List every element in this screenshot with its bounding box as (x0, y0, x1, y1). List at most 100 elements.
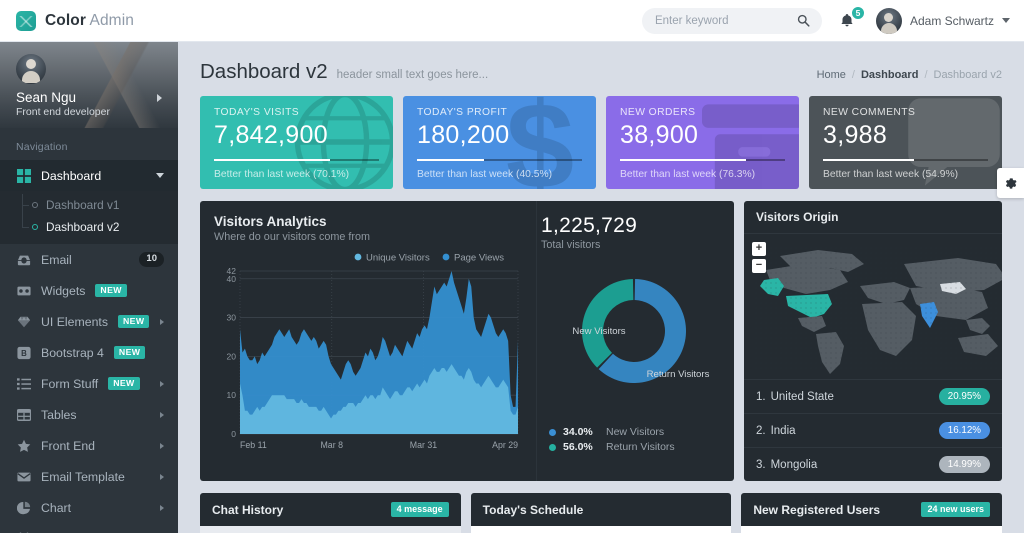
sidebar-item-front-end[interactable]: Front End (0, 430, 178, 461)
sidebar-item-chart[interactable]: Chart (0, 492, 178, 523)
svg-text:B: B (21, 349, 27, 358)
total-visitors-value: 1,225,729 (541, 214, 638, 237)
map-zoom-in-button[interactable]: + (752, 242, 766, 256)
gear-icon (1005, 177, 1017, 189)
sidebar-item-tables[interactable]: Tables (0, 399, 178, 430)
user-menu[interactable]: Adam Schwartz (875, 7, 1010, 34)
sidebar-item-widgets[interactable]: Widgets NEW (0, 275, 178, 306)
search-input[interactable] (654, 14, 795, 27)
envelope-icon (16, 469, 31, 484)
breadcrumb-item-dashboard[interactable]: Dashboard (861, 69, 918, 81)
stat-footer-text: Better than last week (70.1%) (214, 169, 350, 180)
stat-value: 7,842,900 (214, 121, 328, 149)
sidebar-profile[interactable]: Sean Ngu Front end developer (0, 42, 178, 128)
visitors-origin-panel: Visitors Origin + − 1. United State 20.95%… (744, 201, 1002, 481)
chevron-down-icon (1002, 18, 1010, 23)
brand-light: Admin (85, 11, 134, 29)
legend-label: Return Visitors (606, 441, 675, 453)
sidebar-nav-list: Dashboard Dashboard v1 Dashboard v2 Email 10… (0, 160, 178, 533)
nav-section-header: Navigation (16, 141, 68, 153)
settings-fab-button[interactable] (997, 168, 1024, 198)
breadcrumb-item-home[interactable]: Home (817, 69, 846, 81)
origin-country: India (770, 424, 796, 437)
chevron-right-icon (160, 380, 164, 387)
diamond-icon (16, 314, 31, 329)
stat-value: 3,988 (823, 121, 888, 149)
world-map-svg (755, 247, 1002, 374)
origin-item[interactable]: 1. United State 20.95% (744, 379, 1002, 413)
search-icon[interactable] (797, 14, 810, 27)
stat-card-today-s-profit[interactable]: $ TODAY'S PROFIT 180,200 Better than last w… (403, 96, 596, 189)
header-actions: 5 Adam Schwartz (641, 0, 1024, 42)
sidebar-item-bootstrap-4[interactable]: B Bootstrap 4 NEW (0, 337, 178, 368)
sidebar-item-email[interactable]: Email 10 (0, 244, 178, 275)
sidebar-item-label: Email Template (41, 469, 125, 484)
stat-progress-bar (417, 159, 582, 161)
widgets-icon (16, 283, 31, 298)
sidebar-item-new-tag: NEW (108, 376, 140, 391)
origin-percent-badge: 20.95% (938, 388, 990, 405)
main-content: Dashboard v2 header small text goes here… (178, 42, 1024, 533)
panel-title: Chat History (212, 502, 284, 517)
svg-text:Unique Visitors: Unique Visitors (366, 253, 430, 264)
search-box[interactable] (641, 7, 822, 34)
origin-country: Mongolia (770, 458, 818, 471)
stat-label: NEW COMMENTS (823, 107, 916, 118)
analytics-row: Visitors Analytics Where do our visitors… (178, 189, 1024, 481)
stat-footer-text: Better than last week (40.5%) (417, 169, 553, 180)
stat-card-new-orders[interactable]: NEW ORDERS 38,900 Better than last week (7… (606, 96, 799, 189)
chevron-right-icon (160, 442, 164, 449)
chevron-down-icon (156, 173, 164, 178)
sidebar-item-new-tag: NEW (95, 283, 127, 298)
sidebar-item-label: Widgets (41, 283, 86, 298)
stat-card-today-s-visits[interactable]: TODAY'S VISITS 7,842,900 Better than last … (200, 96, 393, 189)
notifications-button[interactable]: 5 (838, 5, 865, 33)
profile-name-row: Sean Ngu (16, 90, 162, 105)
stat-progress-bar (823, 159, 988, 161)
map-zoom-controls: + − (752, 242, 766, 276)
origin-rank: 1. (756, 390, 766, 403)
donut-legend-item: 56.0% Return Visitors (549, 441, 727, 453)
sidebar-item-badge: 10 (139, 252, 164, 267)
donut-legend: 34.0% New Visitors 56.0% Return Visitors (541, 426, 727, 453)
panel-badge: 24 new users (921, 502, 991, 517)
sidebar-item-ui-elements[interactable]: UI Elements NEW (0, 306, 178, 337)
sidebar-subitem-dashboard-v2[interactable]: Dashboard v2 (0, 216, 178, 238)
origin-rank: 2. (756, 424, 766, 437)
panel-title: New Registered Users (753, 502, 881, 517)
svg-text:Return Visitors: Return Visitors (647, 369, 710, 380)
visitors-donut-chart: New Visitors Return Visitors (572, 279, 710, 383)
stat-card-new-comments[interactable]: NEW COMMENTS 3,988 Better than last week (… (809, 96, 1002, 189)
inbox-icon (16, 252, 31, 267)
brand-bold: Color (45, 11, 86, 29)
world-map[interactable]: + − (744, 234, 1002, 379)
sidebar-item-form-stuff[interactable]: Form Stuff NEW (0, 368, 178, 399)
donut-legend-item: 34.0% New Visitors (549, 426, 727, 438)
legend-color-dot (549, 443, 556, 451)
panel-header: Chat History 4 message (200, 493, 461, 526)
sidebar-subitem-dashboard-v1[interactable]: Dashboard v1 (0, 194, 178, 216)
sidebar-item-email-template[interactable]: Email Template (0, 461, 178, 492)
origin-item[interactable]: 2. India 16.12% (744, 413, 1002, 447)
svg-text:42: 42 (227, 266, 237, 276)
panel-new-registered-users: New Registered Users 24 new users (741, 493, 1003, 533)
map-zoom-out-button[interactable]: − (752, 259, 766, 273)
origin-country: United State (770, 390, 834, 403)
sidebar-item-new-tag: NEW (113, 345, 146, 360)
svg-text:10: 10 (227, 390, 237, 400)
brand-logo-area[interactable]: Color Admin (0, 10, 180, 31)
panel-today-s-schedule: Today's Schedule (470, 493, 732, 533)
sidebar-item-calendar[interactable]: Calendar (0, 523, 178, 533)
svg-text:Page Views: Page Views (454, 253, 504, 264)
profile-name: Sean Ngu (16, 90, 77, 105)
chevron-right-icon (160, 411, 164, 418)
breadcrumb-separator: / (924, 69, 928, 81)
panel-title: Today's Schedule (482, 502, 584, 517)
top-header: Color Admin 5 Adam Schwartz (0, 0, 1024, 42)
profile-role: Front end developer (16, 106, 110, 118)
origin-item[interactable]: 3. Mongolia 14.99% (744, 447, 1002, 481)
sidebar-item-dashboard[interactable]: Dashboard (0, 160, 178, 191)
stat-label: TODAY'S VISITS (214, 107, 300, 118)
sidebar-item-label: Bootstrap 4 (41, 345, 104, 360)
chevron-right-icon (160, 504, 164, 511)
